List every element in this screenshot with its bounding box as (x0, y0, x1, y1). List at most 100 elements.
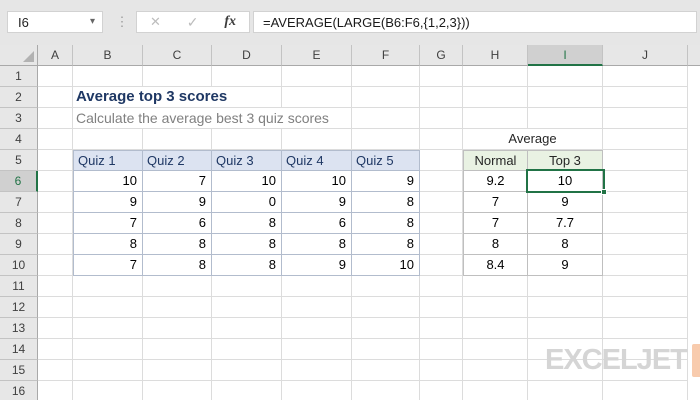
cell-J8[interactable] (603, 213, 688, 234)
cell-F12[interactable] (352, 297, 420, 318)
cell-C14[interactable] (143, 339, 212, 360)
cell-G16[interactable] (420, 381, 463, 400)
cell-G4[interactable] (420, 129, 463, 150)
cell-I9[interactable]: 8 (528, 234, 603, 255)
cell-J10[interactable] (603, 255, 688, 276)
cell-B6[interactable]: 10 (73, 171, 143, 192)
cell-D7[interactable]: 0 (212, 192, 282, 213)
row-header-4[interactable]: 4 (0, 129, 38, 150)
cell-G7[interactable] (420, 192, 463, 213)
cell-E11[interactable] (282, 276, 352, 297)
column-header-F[interactable]: F (352, 45, 420, 66)
cell-I10[interactable]: 9 (528, 255, 603, 276)
cell-C7[interactable]: 9 (143, 192, 212, 213)
cell-E12[interactable] (282, 297, 352, 318)
cell-B5[interactable]: Quiz 1 (73, 150, 143, 171)
cell-F16[interactable] (352, 381, 420, 400)
cell-B15[interactable] (73, 360, 143, 381)
cell-D9[interactable]: 8 (212, 234, 282, 255)
cell-J6[interactable] (603, 171, 688, 192)
cell-H8[interactable]: 7 (463, 213, 528, 234)
cell-D4[interactable] (212, 129, 282, 150)
column-header-B[interactable]: B (73, 45, 143, 66)
cell-J12[interactable] (603, 297, 688, 318)
cell-D6[interactable]: 10 (212, 171, 282, 192)
cell-E9[interactable]: 8 (282, 234, 352, 255)
cell-G15[interactable] (420, 360, 463, 381)
cell-H14[interactable] (463, 339, 528, 360)
cell-F9[interactable]: 8 (352, 234, 420, 255)
cell-F11[interactable] (352, 276, 420, 297)
cell-C15[interactable] (143, 360, 212, 381)
row-header-6[interactable]: 6 (0, 171, 38, 192)
cell-G5[interactable] (420, 150, 463, 171)
column-header-A[interactable]: A (38, 45, 73, 66)
cell-A2[interactable] (38, 87, 73, 108)
cell-G1[interactable] (420, 66, 463, 87)
cell-H5[interactable]: Normal (463, 150, 528, 171)
cell-G2[interactable] (420, 87, 463, 108)
cell-H2[interactable] (463, 87, 528, 108)
cell-D11[interactable] (212, 276, 282, 297)
cell-C12[interactable] (143, 297, 212, 318)
cell-I3[interactable] (528, 108, 603, 129)
cell-F8[interactable]: 8 (352, 213, 420, 234)
cell-A5[interactable] (38, 150, 73, 171)
row-header-12[interactable]: 12 (0, 297, 38, 318)
cell-H15[interactable] (463, 360, 528, 381)
cell-I5[interactable]: Top 3 (528, 150, 603, 171)
cell-E8[interactable]: 6 (282, 213, 352, 234)
cell-J4[interactable] (603, 129, 688, 150)
cell-D1[interactable] (212, 66, 282, 87)
cell-C8[interactable]: 6 (143, 213, 212, 234)
cell-G13[interactable] (420, 318, 463, 339)
cell-E7[interactable]: 9 (282, 192, 352, 213)
cell-E1[interactable] (282, 66, 352, 87)
cell-H6[interactable]: 9.2 (463, 171, 528, 192)
cell-G11[interactable] (420, 276, 463, 297)
cell-C9[interactable]: 8 (143, 234, 212, 255)
cell-J9[interactable] (603, 234, 688, 255)
cell-E13[interactable] (282, 318, 352, 339)
cell-C11[interactable] (143, 276, 212, 297)
cell-A10[interactable] (38, 255, 73, 276)
cell-F4[interactable] (352, 129, 420, 150)
cell-A4[interactable] (38, 129, 73, 150)
cell-H3[interactable] (463, 108, 528, 129)
cell-D10[interactable]: 8 (212, 255, 282, 276)
cell-I7[interactable]: 9 (528, 192, 603, 213)
row-header-8[interactable]: 8 (0, 213, 38, 234)
cell-A7[interactable] (38, 192, 73, 213)
cell-C1[interactable] (143, 66, 212, 87)
cell-A14[interactable] (38, 339, 73, 360)
cell-G12[interactable] (420, 297, 463, 318)
cell-G6[interactable] (420, 171, 463, 192)
cancel-icon[interactable]: ✕ (150, 12, 161, 32)
cell-J11[interactable] (603, 276, 688, 297)
cell-J5[interactable] (603, 150, 688, 171)
cell-H12[interactable] (463, 297, 528, 318)
row-header-11[interactable]: 11 (0, 276, 38, 297)
name-box[interactable]: I6 ▾ (7, 11, 103, 33)
cell-D5[interactable]: Quiz 3 (212, 150, 282, 171)
cell-H11[interactable] (463, 276, 528, 297)
cell-B14[interactable] (73, 339, 143, 360)
column-header-H[interactable]: H (463, 45, 528, 66)
cell-B12[interactable] (73, 297, 143, 318)
cell-G3[interactable] (420, 108, 463, 129)
cell-B11[interactable] (73, 276, 143, 297)
enter-icon[interactable]: ✓ (187, 12, 199, 32)
cell-B3[interactable]: Calculate the average best 3 quiz scores (73, 108, 335, 129)
cell-F14[interactable] (352, 339, 420, 360)
cell-H13[interactable] (463, 318, 528, 339)
cell-B4[interactable] (73, 129, 143, 150)
row-header-14[interactable]: 14 (0, 339, 38, 360)
cell-D14[interactable] (212, 339, 282, 360)
row-header-10[interactable]: 10 (0, 255, 38, 276)
row-header-3[interactable]: 3 (0, 108, 38, 129)
cell-I1[interactable] (528, 66, 603, 87)
cell-J1[interactable] (603, 66, 688, 87)
cell-C5[interactable]: Quiz 2 (143, 150, 212, 171)
cell-H16[interactable] (463, 381, 528, 400)
cell-I11[interactable] (528, 276, 603, 297)
